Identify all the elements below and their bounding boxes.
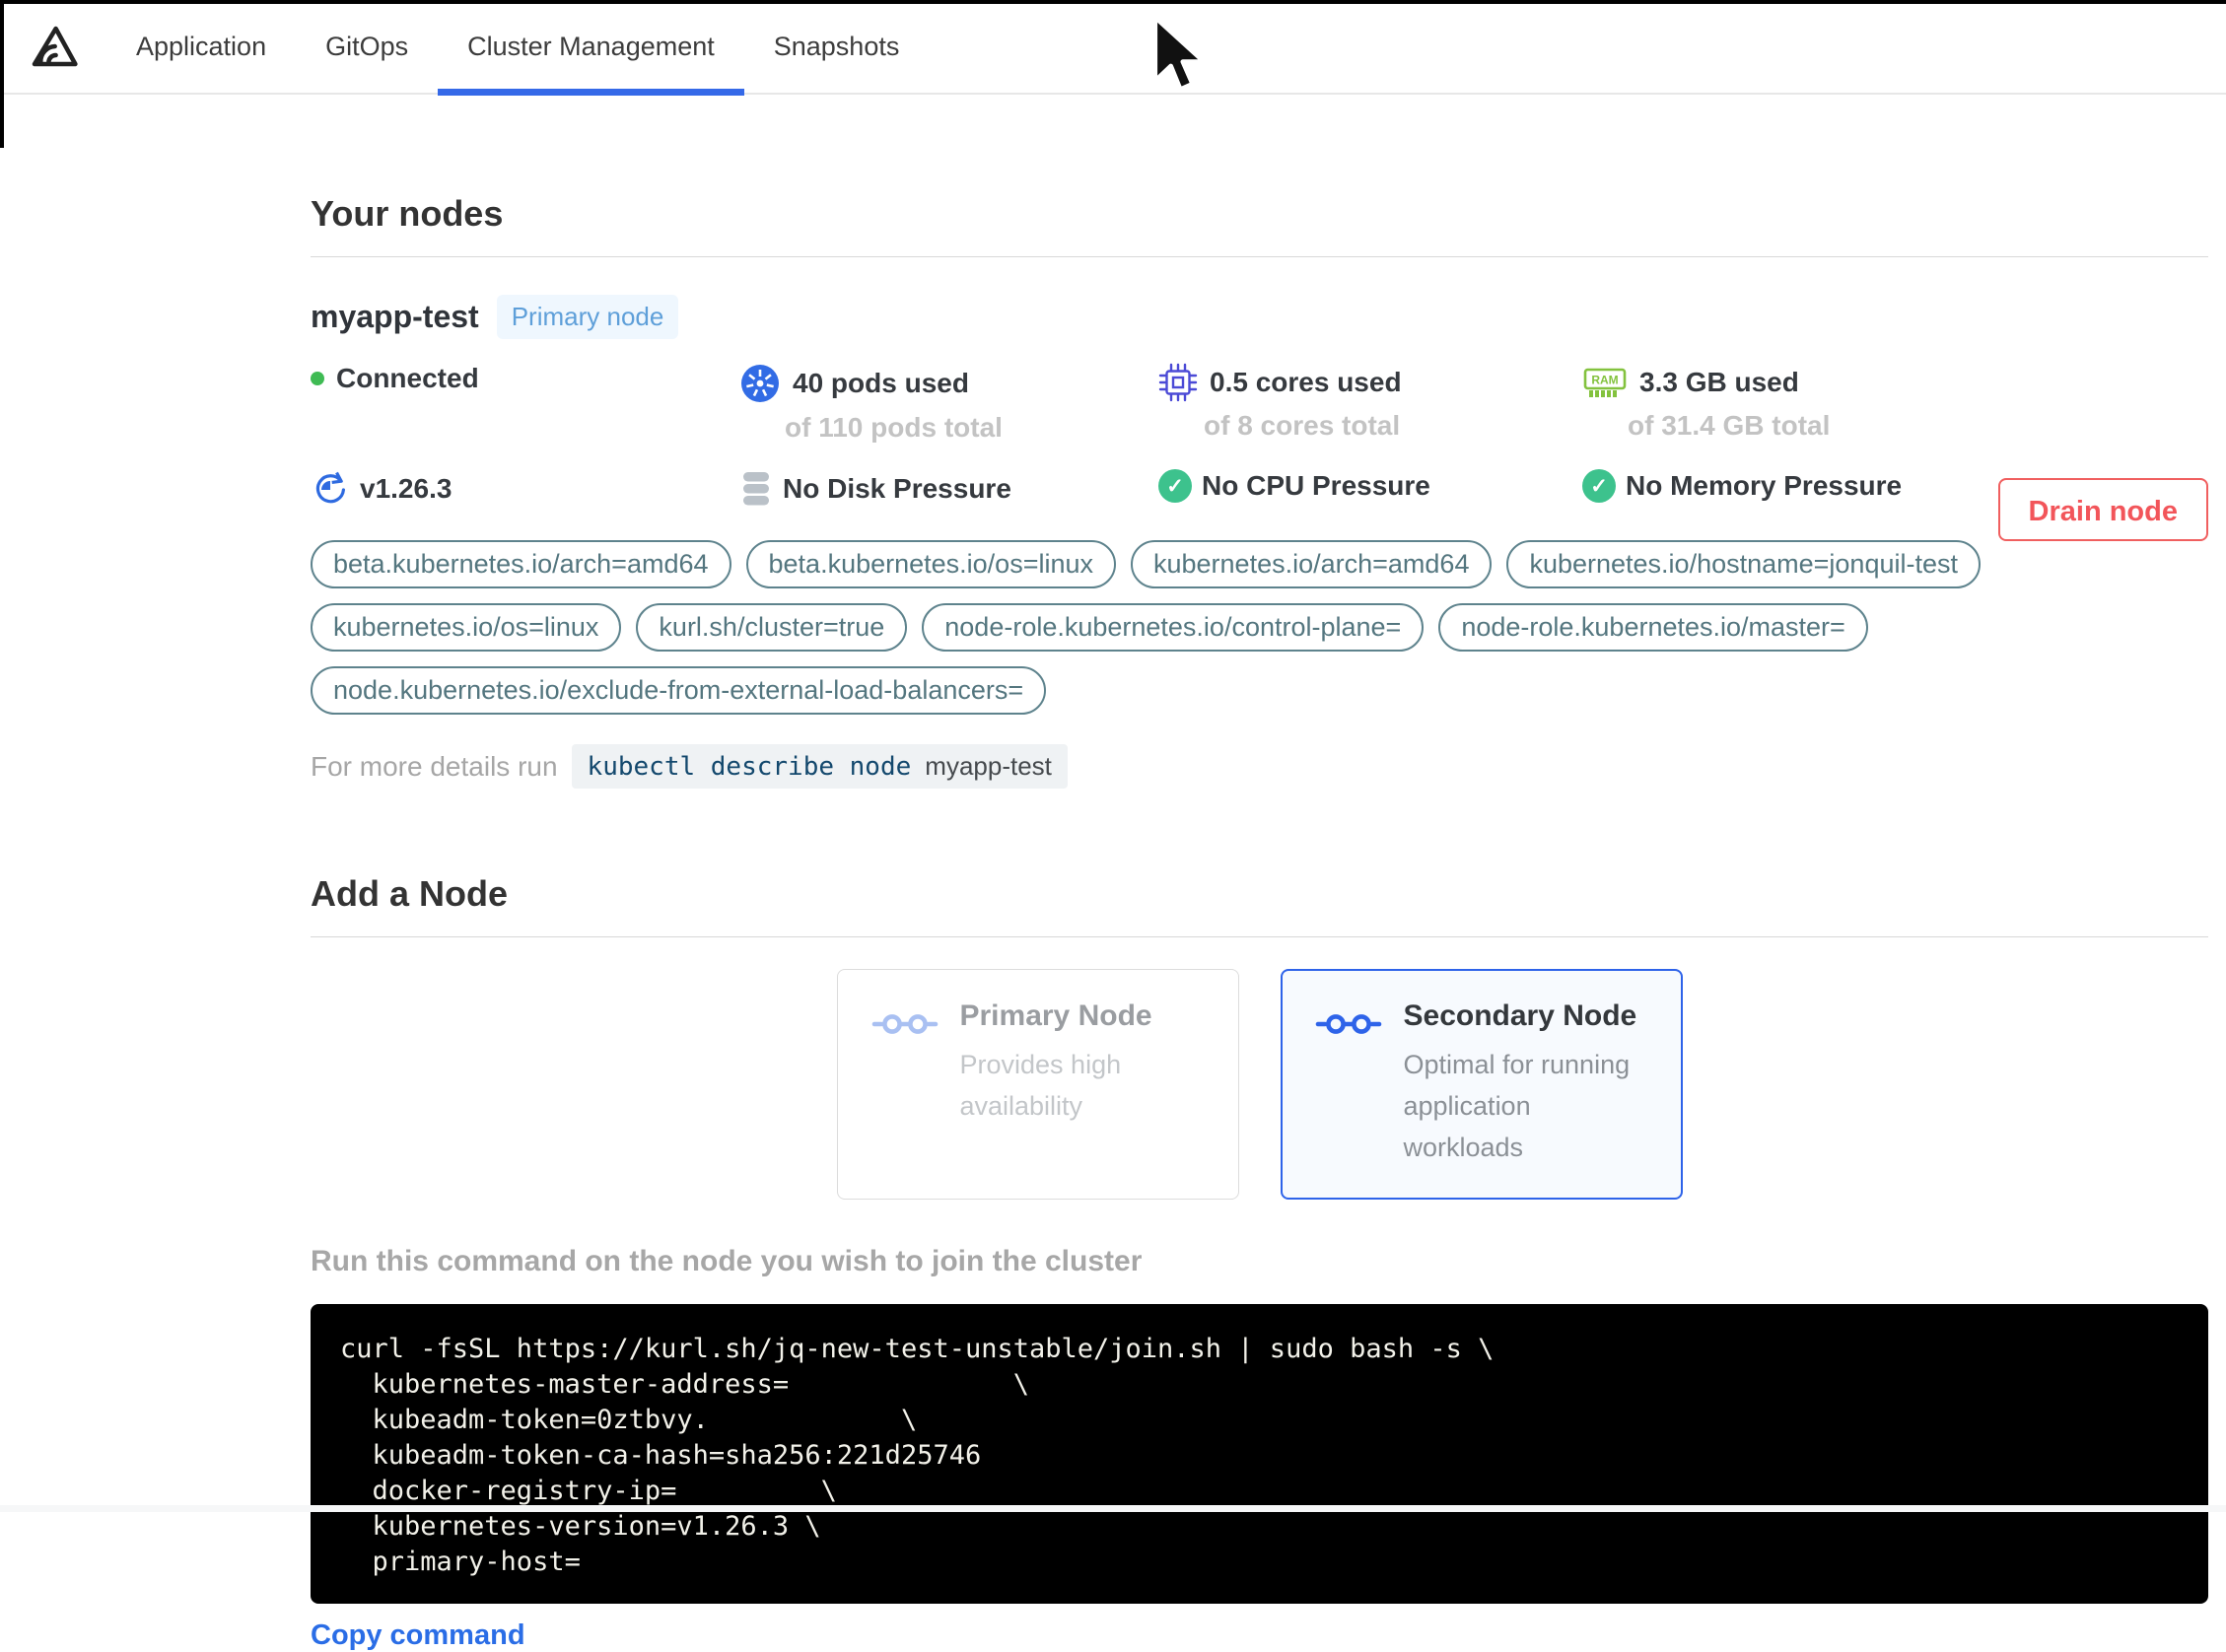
- for-more-label: For more details run: [311, 750, 558, 782]
- stat-no-memory-pressure: ✓ No Memory Pressure: [1582, 469, 1998, 509]
- terminal-line: kubernetes-master-address= \: [340, 1368, 1029, 1400]
- svg-text:RAM: RAM: [1591, 374, 1618, 387]
- join-command-terminal: curl -fsSL https://kurl.sh/jq-new-test-u…: [311, 1303, 2208, 1604]
- stat-value: Connected: [336, 363, 479, 393]
- stat-value: v1.26.3: [360, 473, 452, 504]
- stat-connected: Connected: [311, 363, 739, 444]
- kubernetes-icon: [739, 363, 781, 404]
- add-node-heading: Add a Node: [311, 873, 509, 914]
- status-dot-icon: [311, 372, 324, 385]
- join-command-instruction: Run this command on the node you wish to…: [311, 1244, 1143, 1277]
- node-label-pill: kurl.sh/cluster=true: [636, 603, 908, 652]
- kubectl-command-text: kubectl describe node: [587, 752, 912, 782]
- node-describe-hint: For more details run kubectl describe no…: [311, 744, 1998, 789]
- stat-value: 40 pods used: [793, 368, 969, 398]
- ram-icon: RAM: [1582, 363, 1628, 402]
- terminal-line: primary-host=: [340, 1546, 581, 1577]
- window-bottom-edge: [0, 1505, 2226, 1512]
- node-labels: beta.kubernetes.io/arch=amd64 beta.kubern…: [311, 540, 1986, 715]
- node-label-pill: node-role.kubernetes.io/master=: [1438, 603, 1868, 652]
- stat-value: No Memory Pressure: [1626, 470, 1903, 501]
- terminal-line: kubeadm-token-ca-hash=sha256:221d25746: [340, 1439, 982, 1471]
- stat-v1.26.3: v1.26.3: [311, 469, 739, 509]
- check-circle-icon: ✓: [1582, 469, 1616, 503]
- node-link-icon: [1315, 1007, 1382, 1169]
- check-circle-icon: ✓: [1158, 469, 1192, 503]
- cluster-management-page: Your nodes myapp-test Primary node Conne…: [311, 193, 2208, 1652]
- stat-0.5-cores-used: 0.5 cores used of 8 cores total: [1158, 363, 1582, 444]
- your-nodes-heading: Your nodes: [311, 193, 504, 234]
- disk-icon: [739, 469, 773, 509]
- section-divider: [311, 936, 2208, 937]
- stat-value: No CPU Pressure: [1202, 470, 1430, 501]
- node-panel: myapp-test Primary node Connected 40 pods…: [311, 295, 2208, 789]
- stat-value: No Disk Pressure: [783, 473, 1011, 504]
- kubectl-command-node-name: myapp-test: [925, 751, 1052, 781]
- terminal-line: kubernetes-version=v1.26.3 \: [340, 1510, 821, 1542]
- window-top-edge: [0, 0, 2226, 4]
- node-label-pill: beta.kubernetes.io/arch=amd64: [311, 540, 731, 588]
- stat-no-cpu-pressure: ✓ No CPU Pressure: [1158, 469, 1582, 509]
- node-name: myapp-test: [311, 299, 479, 334]
- tab-cluster-management[interactable]: Cluster Management: [438, 0, 744, 96]
- node-details: myapp-test Primary node Connected 40 pods…: [311, 295, 1998, 789]
- replicated-logo-icon: [26, 22, 79, 71]
- tab-application[interactable]: Application: [106, 0, 296, 94]
- copy-command-link[interactable]: Copy command: [311, 1619, 525, 1652]
- card-secondary-node[interactable]: Secondary Node Optimal for running applic…: [1280, 969, 1683, 1200]
- card-primary-node[interactable]: Primary Node Provides high availability: [836, 969, 1239, 1200]
- terminal-line: docker-registry-ip= \: [340, 1475, 837, 1506]
- node-label-pill: beta.kubernetes.io/os=linux: [745, 540, 1116, 588]
- stat-subvalue: of 110 pods total: [785, 412, 1003, 443]
- card-title: Primary Node: [959, 999, 1152, 1032]
- node-label-pill: node-role.kubernetes.io/control-plane=: [922, 603, 1425, 652]
- terminal-line: curl -fsSL https://kurl.sh/jq-new-test-u…: [340, 1333, 1495, 1364]
- node-type-cards: Primary Node Provides high availability S…: [311, 969, 2208, 1200]
- node-stats-grid: Connected 40 pods used of 110 pods total 0…: [311, 363, 1998, 509]
- stat-3.3-gb-used: RAM 3.3 GB used of 31.4 GB total: [1582, 363, 1998, 444]
- stat-value: 3.3 GB used: [1639, 367, 1799, 397]
- node-label-pill: kubernetes.io/arch=amd64: [1131, 540, 1493, 588]
- tab-gitops[interactable]: GitOps: [296, 0, 438, 94]
- section-divider: [311, 256, 2208, 257]
- stat-subvalue: of 31.4 GB total: [1628, 410, 1831, 441]
- cpu-chip-icon: [1158, 363, 1198, 402]
- version-update-icon: [311, 469, 350, 509]
- node-actions: Drain node: [1997, 295, 2208, 789]
- card-title: Secondary Node: [1403, 999, 1637, 1032]
- kubectl-describe-command: kubectl describe node myapp-test: [571, 744, 1068, 789]
- stat-subvalue: of 8 cores total: [1204, 410, 1401, 441]
- node-label-pill: node.kubernetes.io/exclude-from-external…: [311, 666, 1047, 715]
- window-left-edge: [0, 0, 4, 148]
- tab-snapshots[interactable]: Snapshots: [744, 0, 930, 94]
- node-label-pill: kubernetes.io/hostname=jonquil-test: [1506, 540, 1981, 588]
- top-navbar: Application GitOps Cluster Management Snaps…: [0, 0, 2226, 96]
- card-description: Optimal for running application workload…: [1403, 1050, 1631, 1162]
- node-link-icon: [871, 1007, 939, 1169]
- stat-40-pods-used: 40 pods used of 110 pods total: [739, 363, 1158, 444]
- node-label-pill: kubernetes.io/os=linux: [311, 603, 622, 652]
- nav-tabs: Application GitOps Cluster Management Snaps…: [106, 0, 930, 96]
- stat-no-disk-pressure: No Disk Pressure: [739, 469, 1158, 509]
- terminal-line: kubeadm-token=0ztbvy. \: [340, 1404, 918, 1435]
- card-description: Provides high availability: [959, 1050, 1122, 1121]
- primary-node-badge: Primary node: [496, 295, 679, 339]
- stat-value: 0.5 cores used: [1210, 367, 1402, 397]
- drain-node-button[interactable]: Drain node: [1997, 478, 2208, 541]
